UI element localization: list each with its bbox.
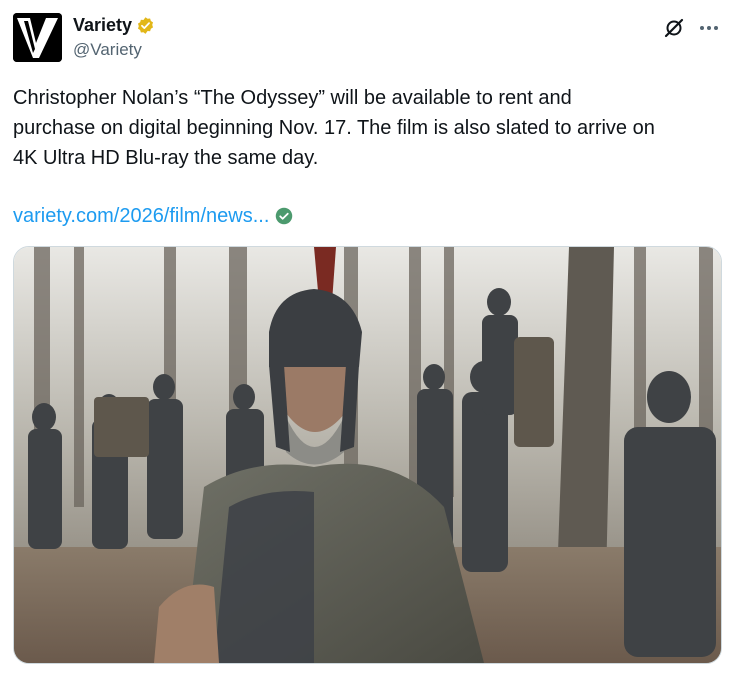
tweet-media-image[interactable] (13, 246, 722, 664)
movie-still-image (14, 247, 721, 663)
article-link[interactable]: variety.com/2026/film/news... (13, 201, 269, 231)
author-handle[interactable]: @Variety (73, 39, 142, 61)
verified-badge-icon[interactable] (136, 16, 155, 35)
verified-link-check-icon (276, 207, 293, 225)
display-name[interactable]: Variety (73, 14, 132, 36)
more-options-button[interactable] (697, 16, 721, 40)
variety-logo-icon (13, 13, 62, 62)
grok-button[interactable] (662, 16, 686, 40)
tweet-text: Christopher Nolan’s “The Odyssey” will b… (13, 87, 655, 169)
grok-icon (664, 18, 684, 38)
author-name-row: Variety (73, 14, 155, 36)
link-row: variety.com/2026/film/news... (13, 201, 293, 231)
more-options-icon (700, 26, 718, 30)
avatar[interactable] (13, 13, 62, 62)
